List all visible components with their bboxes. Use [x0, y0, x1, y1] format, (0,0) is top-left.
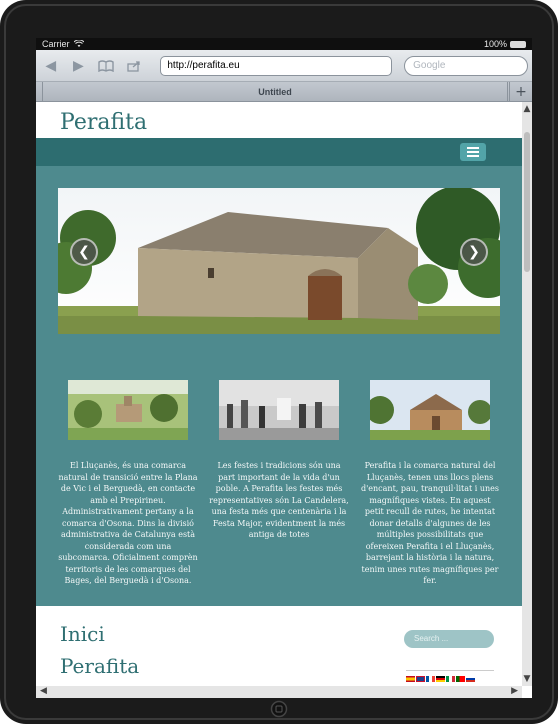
- battery-label: 100%: [483, 39, 507, 49]
- feature-image-llucanes[interactable]: [68, 380, 188, 440]
- tab-untitled[interactable]: Untitled: [42, 82, 508, 101]
- tab-bar: Untitled +: [36, 82, 532, 102]
- back-icon[interactable]: ◀: [40, 55, 62, 77]
- flag-uk-icon[interactable]: [416, 676, 425, 682]
- vertical-scrollbar[interactable]: ▲ ▼: [522, 102, 532, 686]
- feature-column: El Lluçanès, és una comarca natural de t…: [58, 380, 198, 587]
- feature-text-llucanes: El Lluçanès, és una comarca natural de t…: [58, 461, 198, 585]
- feature-column: Les festes i tradicions són una part imp…: [209, 380, 349, 541]
- ipad-frame: Carrier 100% ◀ ▶ http://perafita.eu Goog…: [0, 0, 558, 724]
- features-section: El Lluçanès, és una comarca natural de t…: [36, 370, 522, 606]
- battery-icon: [510, 40, 526, 48]
- language-flags: [406, 676, 475, 682]
- bookmarks-icon[interactable]: [95, 55, 117, 77]
- share-icon[interactable]: [123, 55, 145, 77]
- feature-text-rutes: Perafita i la comarca natural del Lluçan…: [360, 461, 500, 585]
- menu-toggle-button[interactable]: [460, 143, 486, 161]
- carrier-label: Carrier: [42, 39, 70, 49]
- scroll-left-icon[interactable]: ◀: [40, 686, 47, 696]
- feature-image-festes[interactable]: [219, 380, 339, 440]
- scroll-thumb[interactable]: [524, 132, 530, 272]
- site-navbar: [36, 138, 522, 166]
- new-tab-button[interactable]: +: [509, 82, 532, 102]
- heading-perafita[interactable]: Perafita: [60, 654, 139, 678]
- slider-next-button[interactable]: ❯: [460, 238, 488, 266]
- scroll-down-icon[interactable]: ▼: [522, 674, 532, 684]
- scroll-up-icon[interactable]: ▲: [522, 104, 532, 114]
- scroll-right-icon[interactable]: ▶: [511, 686, 518, 696]
- screen: Carrier 100% ◀ ▶ http://perafita.eu Goog…: [36, 38, 532, 698]
- feature-image-rutes[interactable]: [370, 380, 490, 440]
- site-search-input[interactable]: Search ...: [404, 630, 494, 648]
- flag-ru-icon[interactable]: [466, 676, 475, 682]
- forward-icon[interactable]: ▶: [68, 55, 90, 77]
- slider-prev-button[interactable]: ❮: [70, 238, 98, 266]
- status-bar: Carrier 100%: [36, 38, 532, 50]
- feature-column: Perafita i la comarca natural del Lluçan…: [360, 380, 500, 587]
- wifi-icon: [73, 40, 84, 47]
- flag-fr-icon[interactable]: [426, 676, 435, 682]
- flag-it-icon[interactable]: [446, 676, 455, 682]
- url-field[interactable]: http://perafita.eu: [160, 55, 393, 76]
- flag-es-icon[interactable]: [406, 676, 415, 682]
- web-page: Perafita ❮ ❯ El Lluçanès, és una comarca…: [36, 102, 522, 686]
- flag-de-icon[interactable]: [436, 676, 445, 682]
- heading-inici[interactable]: Inici: [60, 622, 105, 646]
- browser-toolbar: ◀ ▶ http://perafita.eu Google: [36, 50, 532, 82]
- divider: [406, 670, 494, 671]
- slider-section: ❮ ❯: [36, 166, 522, 370]
- site-title[interactable]: Perafita: [60, 110, 147, 135]
- flag-pt-icon[interactable]: [456, 676, 465, 682]
- home-button-icon[interactable]: [270, 700, 288, 718]
- search-field[interactable]: Google: [404, 55, 529, 76]
- horizontal-scrollbar[interactable]: ◀ ▶: [36, 686, 522, 698]
- feature-text-festes: Les festes i tradicions són una part imp…: [209, 461, 349, 539]
- slide-image: [58, 188, 500, 334]
